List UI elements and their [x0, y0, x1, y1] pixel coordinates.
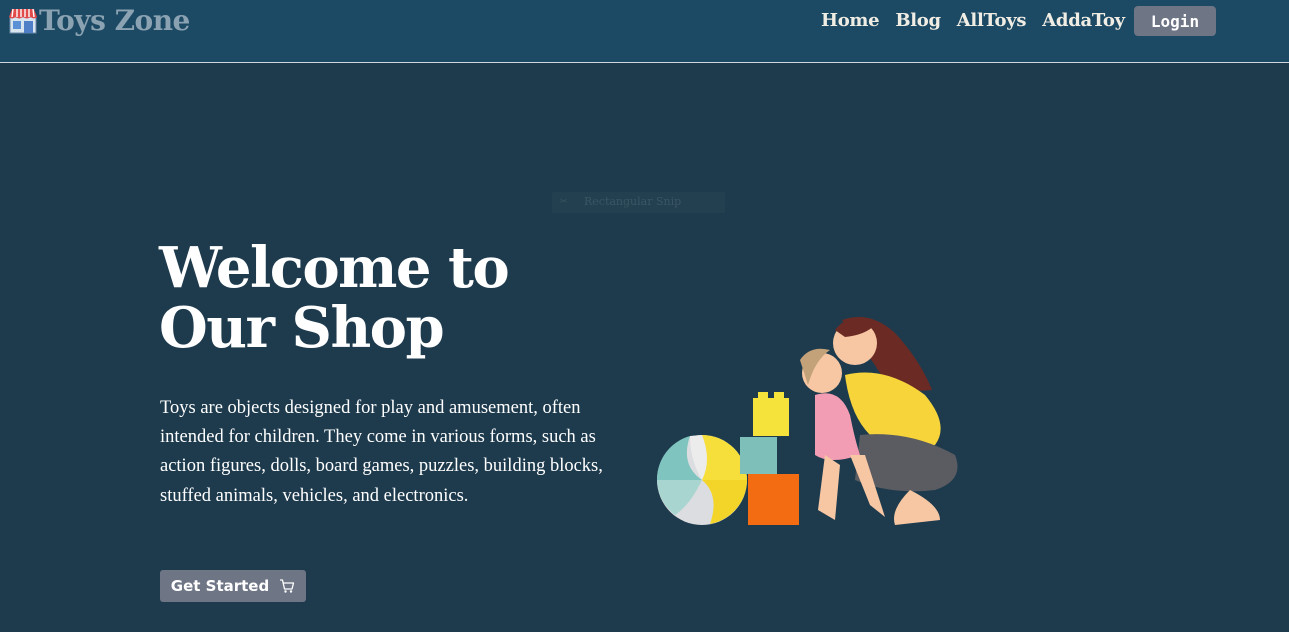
nav-links: Home Blog AllToys AddaToy [821, 10, 1125, 31]
mother-figure [833, 316, 958, 525]
get-started-label: Get Started [170, 577, 270, 595]
nav-all-toys[interactable]: AllToys [957, 10, 1027, 31]
hero-description: Toys are objects designed for play and a… [160, 398, 603, 506]
snip-overlay-icon: ✂ [560, 197, 568, 207]
get-started-button[interactable]: Get Started [160, 570, 306, 602]
brand-logo[interactable]: Toys Zone [8, 4, 190, 37]
hero-title: Welcome to Our Shop [159, 235, 510, 361]
login-button[interactable]: Login [1134, 6, 1216, 36]
store-icon [9, 8, 37, 33]
navbar: Toys Zone Home Blog AllToys AddaToy Logi… [0, 0, 1289, 63]
nav-home[interactable]: Home [821, 10, 880, 31]
nav-add-a-toy[interactable]: AddaToy [1042, 10, 1125, 31]
mother-child-toys-illustration [656, 316, 958, 525]
ball-icon [656, 435, 747, 525]
nav-blog[interactable]: Blog [895, 10, 941, 31]
snip-overlay-text: Rectangular Snip [584, 195, 682, 208]
cart-icon [280, 579, 295, 593]
brand-name[interactable]: Toys Zone [39, 4, 190, 37]
building-blocks-icon [740, 392, 799, 525]
